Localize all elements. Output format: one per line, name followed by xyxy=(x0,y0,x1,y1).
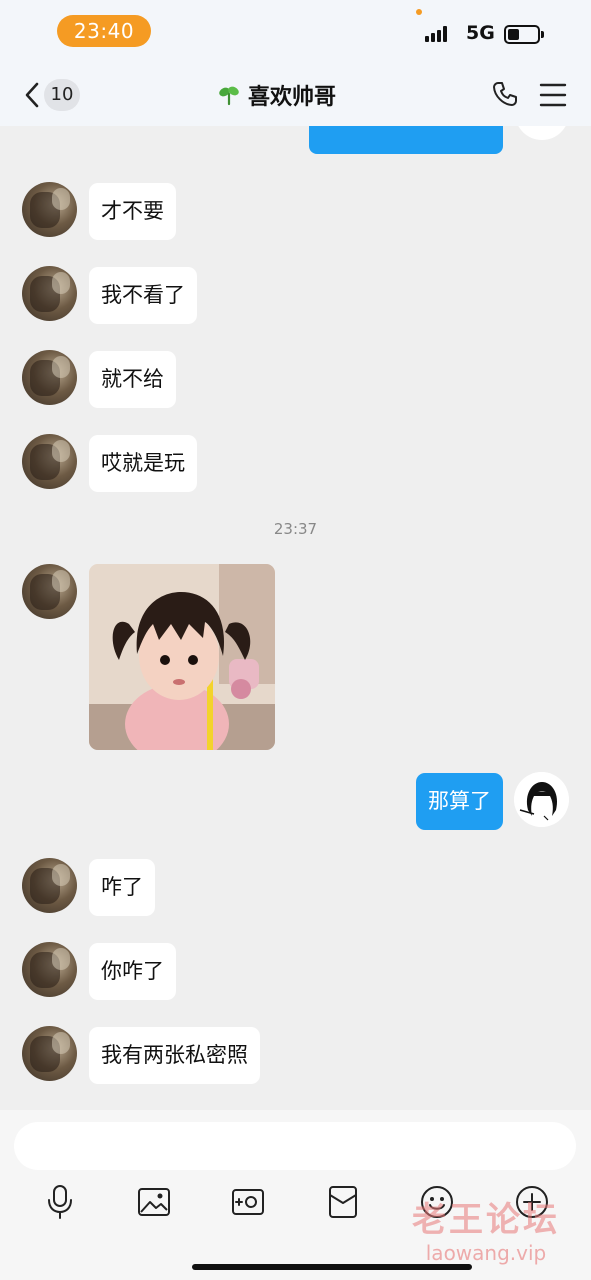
watermark-url: laowang.vip xyxy=(425,1241,547,1265)
unread-count-badge: 10 xyxy=(44,79,80,111)
back-button[interactable]: 10 xyxy=(22,78,82,112)
contact-avatar[interactable] xyxy=(22,434,77,489)
watermark: 老王论坛 laowang.vip xyxy=(396,1192,576,1265)
status-bar: 23:40 5G xyxy=(0,0,591,62)
camera-icon xyxy=(232,1189,264,1215)
self-avatar[interactable] xyxy=(514,772,569,827)
contact-avatar[interactable] xyxy=(22,858,77,913)
home-indicator[interactable] xyxy=(192,1264,472,1270)
message-bubble[interactable]: 哎就是玩 xyxy=(89,435,197,492)
sticker-image[interactable] xyxy=(89,564,275,750)
contact-avatar[interactable] xyxy=(22,942,77,997)
camera-button[interactable] xyxy=(230,1184,266,1220)
contact-avatar[interactable] xyxy=(22,350,77,405)
contact-avatar[interactable] xyxy=(22,1026,77,1081)
self-message-bubble[interactable]: 那算了 xyxy=(416,773,503,830)
network-type: 5G xyxy=(466,22,495,44)
back-chevron-icon xyxy=(25,82,39,108)
message-bubble[interactable]: 我有两张私密照 xyxy=(89,1027,260,1084)
battery-icon xyxy=(504,25,544,44)
message-bubble[interactable]: 才不要 xyxy=(89,183,176,240)
voice-call-button[interactable] xyxy=(491,80,519,112)
red-packet-button[interactable] xyxy=(325,1184,361,1220)
message-bubble[interactable]: 我不看了 xyxy=(89,267,197,324)
contact-avatar[interactable] xyxy=(22,564,77,619)
menu-icon xyxy=(539,83,567,107)
image-icon xyxy=(138,1188,170,1216)
girl-avatar-icon xyxy=(515,126,569,140)
red-packet-icon xyxy=(329,1186,357,1218)
status-time[interactable]: 23:40 xyxy=(57,15,151,47)
message-list[interactable]: 才不要 我不看了 就不给 哎就是玩 23:37 那算了 咋了 你咋了 我有两张私… xyxy=(0,126,591,1110)
girl-avatar-icon xyxy=(514,772,569,827)
microphone-icon xyxy=(48,1185,72,1219)
self-avatar[interactable] xyxy=(515,126,569,140)
voice-input-button[interactable] xyxy=(42,1184,78,1220)
message-timestamp: 23:37 xyxy=(273,520,318,538)
chat-title-group[interactable]: 喜欢帅哥 xyxy=(218,80,336,110)
voice-message-bubble[interactable] xyxy=(309,126,503,154)
more-menu-button[interactable] xyxy=(539,82,567,112)
phone-icon xyxy=(493,82,517,106)
signal-icon xyxy=(425,26,447,42)
photo-button[interactable] xyxy=(136,1184,172,1220)
composer: 老王论坛 laowang.vip xyxy=(0,1110,591,1280)
recording-indicator xyxy=(416,9,422,15)
watermark-title: 老王论坛 xyxy=(412,1200,560,1240)
message-bubble[interactable]: 你咋了 xyxy=(89,943,176,1000)
contact-avatar[interactable] xyxy=(22,182,77,237)
message-input[interactable] xyxy=(14,1122,576,1170)
baby-sticker-picture xyxy=(89,564,275,750)
message-bubble[interactable]: 就不给 xyxy=(89,351,176,408)
message-bubble[interactable]: 咋了 xyxy=(89,859,155,916)
chat-header: 10 喜欢帅哥 xyxy=(0,62,591,126)
contact-avatar[interactable] xyxy=(22,266,77,321)
chat-title: 喜欢帅哥 xyxy=(248,85,337,110)
sprout-icon xyxy=(219,86,239,106)
